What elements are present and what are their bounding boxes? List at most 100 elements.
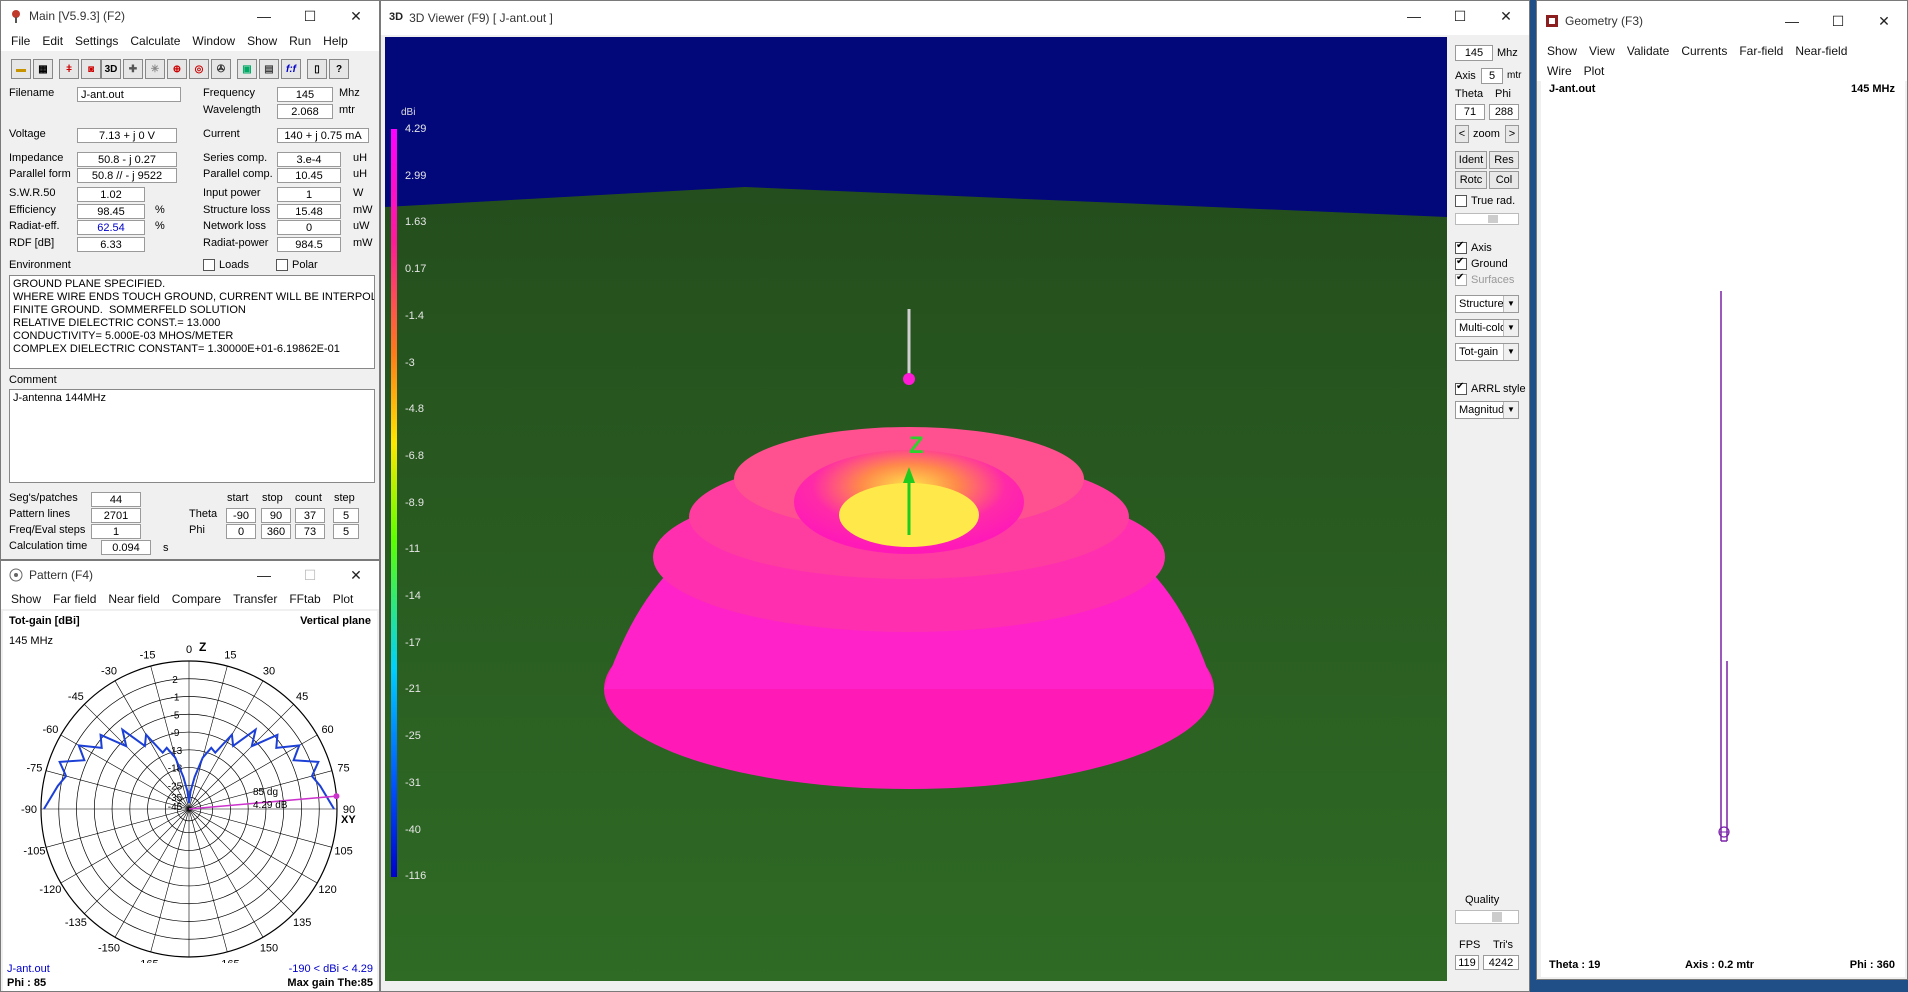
- menu-show[interactable]: Show: [247, 34, 277, 48]
- calc-icon[interactable]: ▣: [237, 59, 257, 79]
- col-button[interactable]: Col: [1489, 171, 1519, 189]
- chevron-down-icon: ▼: [1503, 402, 1518, 418]
- loads-checkbox[interactable]: Loads: [203, 259, 249, 272]
- target-icon[interactable]: ◎: [189, 59, 209, 79]
- color-dropdown[interactable]: Multi-color ▼: [1455, 319, 1519, 337]
- pattern-menu-fftab[interactable]: FFtab: [289, 592, 320, 606]
- ground-check-box[interactable]: [1455, 256, 1467, 271]
- true-rad-check-box[interactable]: [1455, 195, 1467, 208]
- comment-textarea[interactable]: J-antenna 144MHz: [9, 389, 375, 483]
- menu-run[interactable]: Run: [289, 34, 311, 48]
- structure-dropdown[interactable]: Structure ▼: [1455, 295, 1519, 313]
- viewer-close-icon[interactable]: ✕: [1483, 1, 1529, 31]
- grid-icon[interactable]: ▤: [259, 59, 279, 79]
- zoom-out-button[interactable]: <: [1455, 125, 1469, 143]
- help-icon[interactable]: ?: [329, 59, 349, 79]
- geometry-menu-wire[interactable]: Wire: [1547, 64, 1572, 78]
- pattern-maximize-icon[interactable]: ☐: [287, 561, 333, 589]
- viewer-phi-field[interactable]: 288: [1489, 104, 1519, 120]
- axis-check-box[interactable]: [1455, 240, 1467, 255]
- freq-button[interactable]: f:f: [281, 59, 301, 79]
- geometry-icon[interactable]: ✚: [123, 59, 143, 79]
- menu-settings[interactable]: Settings: [75, 34, 118, 48]
- menu-window[interactable]: Window: [192, 34, 235, 48]
- pattern-menu-near-field[interactable]: Near field: [108, 592, 159, 606]
- viewer-minimize-icon[interactable]: —: [1391, 1, 1437, 31]
- menu-calculate[interactable]: Calculate: [130, 34, 180, 48]
- open-file-icon[interactable]: ▬: [11, 59, 31, 79]
- pattern-menu-compare[interactable]: Compare: [172, 592, 221, 606]
- geometry-minimize-icon[interactable]: —: [1769, 1, 1815, 41]
- ground-checkbox[interactable]: Ground: [1455, 256, 1508, 271]
- axis-checkbox[interactable]: Axis: [1455, 240, 1492, 255]
- surfaces-check-box[interactable]: [1455, 272, 1467, 287]
- geometry-menu-show[interactable]: Show: [1547, 44, 1577, 58]
- theta-stop-field[interactable]: 90: [261, 508, 291, 523]
- geometry-canvas[interactable]: J-ant.out 145 MHz Theta : 19 Axis : 0.2 …: [1541, 79, 1905, 977]
- rotc-button[interactable]: Rotc: [1455, 171, 1487, 189]
- arrl-checkbox[interactable]: ARRL style: [1455, 381, 1526, 396]
- viewer-axis-field[interactable]: 5: [1481, 68, 1503, 84]
- arrl-check-box[interactable]: [1455, 381, 1467, 396]
- polar-plot: 0153045607590105120135150165-180-165-150…: [21, 640, 356, 963]
- pattern-close-icon[interactable]: ✕: [333, 561, 379, 589]
- environment-textarea[interactable]: GROUND PLANE SPECIFIED. WHERE WIRE ENDS …: [9, 275, 375, 369]
- input-power-field[interactable]: 1: [277, 187, 341, 202]
- menu-edit[interactable]: Edit: [42, 34, 63, 48]
- minimize-icon[interactable]: —: [241, 1, 287, 31]
- ident-button[interactable]: Ident: [1455, 151, 1487, 169]
- rdf-field: 6.33: [77, 237, 145, 252]
- pattern-menu-transfer[interactable]: Transfer: [233, 592, 277, 606]
- pattern-menu-plot[interactable]: Plot: [333, 592, 354, 606]
- polar-spoke: [188, 808, 333, 848]
- geometry-app-icon: [1545, 14, 1559, 28]
- phi-stop-field[interactable]: 360: [261, 524, 291, 539]
- menu-help[interactable]: Help: [323, 34, 348, 48]
- loads-check-box[interactable]: [203, 259, 215, 272]
- maximize-icon[interactable]: ☐: [287, 1, 333, 31]
- phi-start-field[interactable]: 0: [226, 524, 256, 539]
- surfaces-checkbox[interactable]: Surfaces: [1455, 272, 1514, 287]
- optimize-icon[interactable]: ✇: [211, 59, 231, 79]
- antenna-icon[interactable]: ǂ: [59, 59, 79, 79]
- true-rad-checkbox[interactable]: True rad.: [1455, 195, 1515, 208]
- viewer-theta-field[interactable]: 71: [1455, 104, 1485, 120]
- gain-dropdown[interactable]: Tot-gain ▼: [1455, 343, 1519, 361]
- geometry-close-icon[interactable]: ✕: [1861, 1, 1907, 41]
- polar-checkbox[interactable]: Polar: [276, 259, 318, 272]
- viewer-scene[interactable]: dBi 4.29 2.99 1.63 0.17 -1.4 -3 -4.8 -6.8 -8.9 -1…: [385, 37, 1447, 981]
- geometry-menu-validate[interactable]: Validate: [1627, 44, 1669, 58]
- magnitude-dropdown[interactable]: Magnitude ▼: [1455, 401, 1519, 419]
- quality-slider[interactable]: [1455, 910, 1519, 924]
- close-icon[interactable]: ✕: [333, 1, 379, 31]
- zoom-in-button[interactable]: >: [1505, 125, 1519, 143]
- viewer-maximize-icon[interactable]: ☐: [1437, 1, 1483, 31]
- theta-step-field[interactable]: 5: [333, 508, 359, 523]
- polar-check-box[interactable]: [276, 259, 288, 272]
- res-button[interactable]: Res: [1489, 151, 1519, 169]
- edit-icon[interactable]: ◙: [81, 59, 101, 79]
- save-icon[interactable]: ▦: [33, 59, 53, 79]
- theta-start-field[interactable]: -90: [226, 508, 256, 523]
- geometry-menu-plot[interactable]: Plot: [1584, 64, 1605, 78]
- pattern-canvas[interactable]: Tot-gain [dBi] Vertical plane 145 MHz 01…: [3, 611, 377, 991]
- geometry-menu-near-field[interactable]: Near-field: [1795, 44, 1847, 58]
- pattern-menu-show[interactable]: Show: [11, 592, 41, 606]
- viewer-freq-field[interactable]: 145: [1455, 45, 1493, 61]
- radiat-eff-unit: %: [155, 220, 165, 232]
- scale-tick-label: -6.8: [405, 449, 424, 462]
- pattern-icon[interactable]: ✳: [145, 59, 165, 79]
- pattern-menu-far-field[interactable]: Far field: [53, 592, 96, 606]
- geometry-menu-far-field[interactable]: Far-field: [1739, 44, 1783, 58]
- geometry-menu-view[interactable]: View: [1589, 44, 1615, 58]
- 3d-button[interactable]: 3D: [101, 59, 121, 79]
- phi-step-field[interactable]: 5: [333, 524, 359, 539]
- geometry-menu-currents[interactable]: Currents: [1681, 44, 1727, 58]
- geometry-maximize-icon[interactable]: ☐: [1815, 1, 1861, 41]
- true-rad-slider[interactable]: [1455, 213, 1519, 225]
- smith-icon[interactable]: ⊕: [167, 59, 187, 79]
- book-icon[interactable]: ▯: [307, 59, 327, 79]
- menu-file[interactable]: File: [11, 34, 30, 48]
- frequency-field[interactable]: 145: [277, 87, 333, 102]
- pattern-minimize-icon[interactable]: —: [241, 561, 287, 589]
